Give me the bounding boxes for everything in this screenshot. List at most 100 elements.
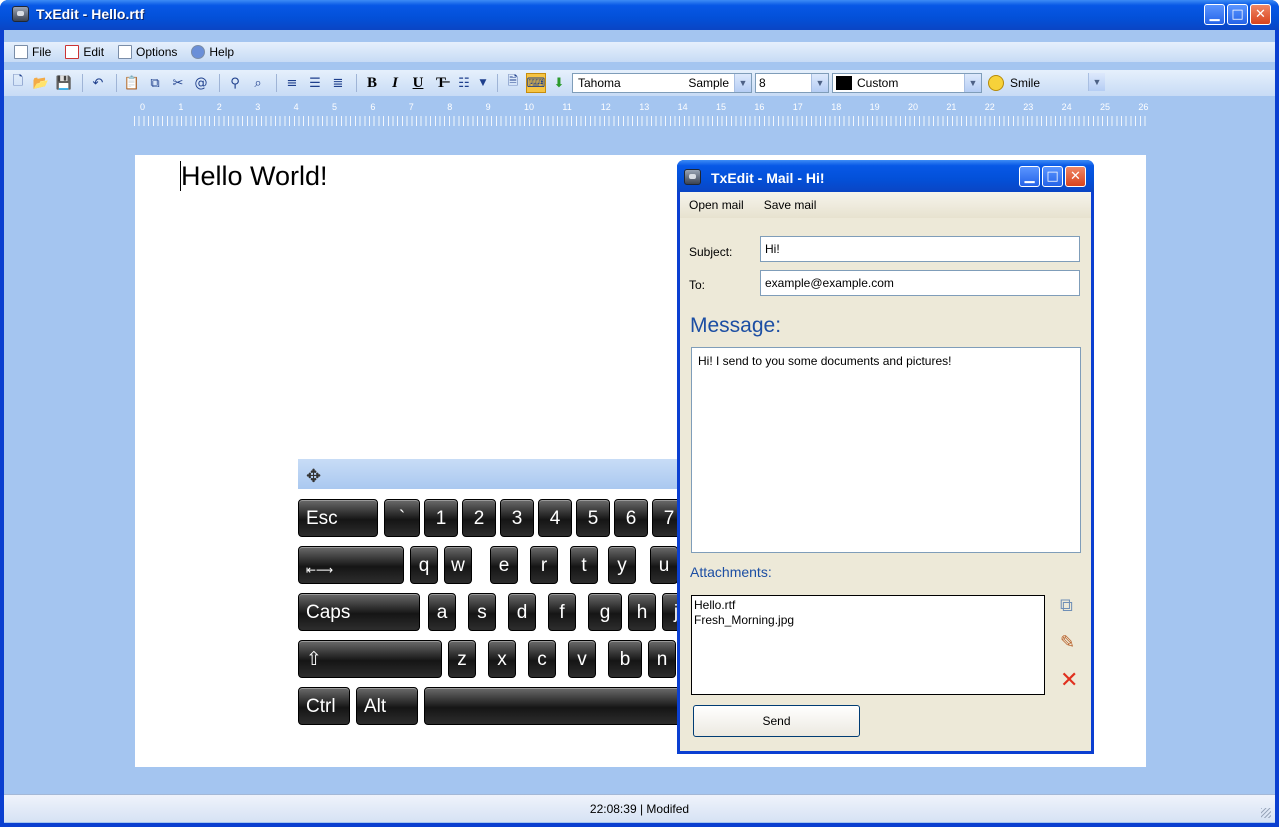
app-icon <box>12 6 29 22</box>
key-6[interactable]: 6 <box>614 499 648 537</box>
key-c[interactable]: c <box>528 640 556 678</box>
edit-attachment-icon[interactable]: ✎ <box>1060 632 1075 653</box>
ruler-mark: 12 <box>600 102 611 112</box>
message-textarea[interactable]: Hi! I send to you some documents and pic… <box>691 347 1081 553</box>
key-s[interactable]: s <box>468 593 496 631</box>
keyboard-icon[interactable]: ⌨ <box>526 73 546 93</box>
move-icon[interactable]: ✥ <box>306 466 321 487</box>
key-w[interactable]: w <box>444 546 472 584</box>
open-icon[interactable]: 📂 <box>31 73 51 93</box>
replace-icon[interactable]: ⌕ <box>248 73 268 93</box>
minimize-button[interactable]: ▁ <box>1204 4 1225 25</box>
key-b[interactable]: b <box>608 640 642 678</box>
align-right-icon[interactable]: ≣ <box>328 73 348 93</box>
close-button[interactable]: ✕ <box>1065 166 1086 187</box>
key-e[interactable]: e <box>490 546 518 584</box>
underline-button[interactable]: U <box>408 73 428 93</box>
key-a[interactable]: a <box>428 593 456 631</box>
chevron-down-icon[interactable]: ▼ <box>811 74 828 92</box>
key-r[interactable]: r <box>530 546 558 584</box>
key-5[interactable]: 5 <box>576 499 610 537</box>
close-button[interactable]: ✕ <box>1250 4 1271 25</box>
align-left-icon[interactable]: ≡ <box>282 73 302 93</box>
paste-icon[interactable]: 📋 <box>122 73 142 93</box>
ruler[interactable]: 0 1 2 3 4 5 6 7 8 9 10 11 12 13 14 15 16 17 18 19 20 21 22 23 24… <box>134 100 1154 130</box>
ruler-mark: 14 <box>677 102 688 112</box>
send-button[interactable]: Send <box>693 705 860 737</box>
new-icon[interactable]: 🗋 <box>8 73 28 93</box>
key-2[interactable]: 2 <box>462 499 496 537</box>
list-item[interactable]: Hello.rtf <box>694 598 1042 613</box>
key-x[interactable]: x <box>488 640 516 678</box>
italic-button[interactable]: I <box>385 73 405 93</box>
to-field[interactable]: example@example.com <box>760 270 1080 296</box>
maximize-button[interactable]: □ <box>1227 4 1248 25</box>
title-bar[interactable]: TxEdit - Hello.rtf ▁ □ ✕ <box>0 0 1279 30</box>
add-attachment-icon[interactable]: ⧉ <box>1060 595 1073 616</box>
strikethrough-button[interactable]: T̶ <box>431 73 451 93</box>
chevron-down-icon[interactable]: ▼ <box>734 74 751 92</box>
ruler-mark: 2 <box>216 102 222 112</box>
align-center-icon[interactable]: ☰ <box>305 73 325 93</box>
chevron-down-icon[interactable]: ▼ <box>1088 73 1105 91</box>
cut-icon[interactable]: ✂ <box>168 73 188 93</box>
save-icon[interactable]: 💾 <box>54 73 74 93</box>
ruler-mark: 23 <box>1023 102 1034 112</box>
resize-grip-icon[interactable] <box>1261 808 1271 818</box>
subject-field[interactable]: Hi! <box>760 236 1080 262</box>
ruler-mark: 22 <box>984 102 995 112</box>
mail-title-bar[interactable]: TxEdit - Mail - Hi! ▁ □ ✕ <box>677 160 1094 192</box>
emoticon-combo[interactable]: Smile ▼ <box>985 73 1105 93</box>
copy-icon[interactable]: ⧉ <box>145 73 165 93</box>
page-icon[interactable]: 🗎 <box>503 73 523 93</box>
menu-edit[interactable]: Edit <box>65 42 104 62</box>
list-item[interactable]: Fresh_Morning.jpg <box>694 613 1042 628</box>
key-h[interactable]: h <box>628 593 656 631</box>
remove-attachment-icon[interactable]: ✕ <box>1060 668 1078 693</box>
key-space[interactable] <box>424 687 698 725</box>
key-alt[interactable]: Alt <box>356 687 418 725</box>
menu-options[interactable]: Options <box>118 42 177 62</box>
menu-help[interactable]: Help <box>191 42 234 62</box>
menu-save-mail[interactable]: Save mail <box>764 198 817 212</box>
document-text[interactable]: Hello World! <box>181 161 328 192</box>
key-y[interactable]: y <box>608 546 636 584</box>
find-icon[interactable]: ⚲ <box>225 73 245 93</box>
bullets-dropdown-icon[interactable]: ▼ <box>477 73 489 93</box>
undo-icon[interactable]: ↶ <box>88 73 108 93</box>
bold-button[interactable]: B <box>362 73 382 93</box>
color-combo[interactable]: Custom ▼ <box>832 73 982 93</box>
key-tab[interactable]: ⇤⟶ <box>298 546 404 584</box>
toolbar-separator <box>356 74 357 92</box>
key-t[interactable]: t <box>570 546 598 584</box>
maximize-button[interactable]: □ <box>1042 166 1063 187</box>
insert-symbol-icon[interactable]: @ <box>191 73 211 93</box>
download-icon[interactable]: ⬇ <box>549 73 569 93</box>
key-q[interactable]: q <box>410 546 438 584</box>
key-esc[interactable]: Esc <box>298 499 378 537</box>
on-screen-keyboard: ✥ Esc ` 1 2 3 4 5 6 7 ⇤⟶ q w e r t y u C… <box>298 459 698 731</box>
key-z[interactable]: z <box>448 640 476 678</box>
size-combo[interactable]: 8 ▼ <box>755 73 829 93</box>
menu-file[interactable]: File <box>14 42 51 62</box>
chevron-down-icon[interactable]: ▼ <box>964 74 981 92</box>
bullets-icon[interactable]: ☷ <box>454 73 474 93</box>
key-shift[interactable]: ⇧ <box>298 640 442 678</box>
ruler-mark: 9 <box>485 102 491 112</box>
key-1[interactable]: 1 <box>424 499 458 537</box>
key-u[interactable]: u <box>650 546 678 584</box>
minimize-button[interactable]: ▁ <box>1019 166 1040 187</box>
key-d[interactable]: d <box>508 593 536 631</box>
key-f[interactable]: f <box>548 593 576 631</box>
font-combo[interactable]: Tahoma Sample ▼ <box>572 73 752 93</box>
key-caps[interactable]: Caps <box>298 593 420 631</box>
key-3[interactable]: 3 <box>500 499 534 537</box>
attachments-list[interactable]: Hello.rtf Fresh_Morning.jpg <box>691 595 1045 695</box>
menu-open-mail[interactable]: Open mail <box>689 198 744 212</box>
key-backtick[interactable]: ` <box>384 499 420 537</box>
key-v[interactable]: v <box>568 640 596 678</box>
key-ctrl[interactable]: Ctrl <box>298 687 350 725</box>
key-n[interactable]: n <box>648 640 676 678</box>
key-g[interactable]: g <box>588 593 622 631</box>
key-4[interactable]: 4 <box>538 499 572 537</box>
